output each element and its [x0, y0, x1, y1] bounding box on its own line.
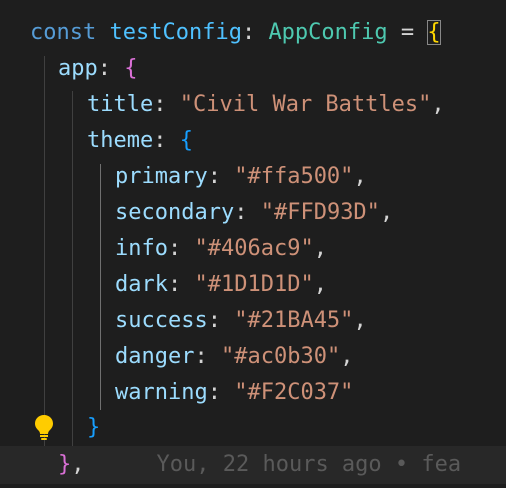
code-editor[interactable]: const testConfig: AppConfig = { app: { t… — [0, 0, 506, 488]
code-line: info: "#406ac9", — [0, 231, 506, 267]
close-brace: } — [87, 415, 101, 440]
colon: : — [153, 92, 167, 117]
string-value: "Civil War Battles" — [179, 92, 432, 117]
property-key: theme — [87, 128, 154, 153]
comma: , — [313, 236, 327, 261]
code-line: app: { — [0, 51, 506, 87]
open-brace: { — [179, 128, 193, 153]
comma: , — [313, 272, 327, 297]
code-line: const testConfig: AppConfig = { — [0, 15, 506, 51]
code-line: success: "#21BA45", — [0, 303, 506, 339]
type-name: AppConfig — [268, 20, 388, 45]
property-key: title — [87, 92, 154, 117]
colon: : — [207, 380, 221, 405]
code-line: } — [0, 410, 506, 446]
code-line: primary: "#ffa500", — [0, 159, 506, 195]
comma: , — [431, 92, 445, 117]
colon: : — [207, 308, 221, 333]
open-brace: { — [124, 56, 138, 81]
git-blame-annotation[interactable]: You, 22 hours ago • fea — [85, 452, 462, 477]
comma: , — [353, 308, 367, 333]
code-line: secondary: "#FFD93D", — [0, 195, 506, 231]
code-line: theme: { — [0, 123, 506, 159]
colon: : — [234, 200, 248, 225]
code-line: title: "Civil War Battles", — [0, 87, 506, 123]
colon: : — [207, 164, 221, 189]
lightbulb-icon[interactable] — [33, 413, 55, 441]
property-key: danger — [115, 344, 195, 369]
comma: , — [353, 164, 367, 189]
comma: , — [71, 452, 85, 477]
colon: : — [167, 272, 182, 297]
property-key: success — [115, 308, 208, 333]
property-key: app — [58, 56, 98, 81]
property-key: primary — [115, 164, 208, 189]
open-brace-matched: { — [427, 20, 441, 45]
property-key: warning — [115, 380, 208, 405]
code-line: danger: "#ac0b30", — [0, 339, 506, 375]
comma: , — [379, 200, 394, 225]
colon: : — [167, 236, 182, 261]
colon: : — [241, 20, 256, 45]
string-value: "#FFD93D" — [260, 200, 380, 225]
colon: : — [97, 56, 111, 81]
close-brace: } — [58, 452, 72, 477]
code-line: warning: "#F2C037" — [0, 375, 506, 411]
code-line: }, You, 22 hours ago • fea — [0, 447, 506, 483]
string-value: "#21BA45" — [234, 308, 354, 333]
colon: : — [153, 128, 167, 153]
string-value: "#ffa500" — [234, 164, 354, 189]
keyword-const: const — [30, 20, 97, 45]
variable-name: testConfig — [109, 20, 242, 45]
equals-sign: = — [400, 20, 415, 45]
code-line: dark: "#1D1D1D", — [0, 267, 506, 303]
comma: , — [340, 344, 354, 369]
string-value: "#1D1D1D" — [194, 272, 314, 297]
string-value: "#F2C037" — [234, 380, 354, 405]
string-value: "#ac0b30" — [220, 344, 341, 369]
property-key: dark — [115, 272, 168, 297]
property-key: info — [115, 236, 168, 261]
colon: : — [194, 344, 208, 369]
string-value: "#406ac9" — [194, 236, 314, 261]
property-key: secondary — [115, 200, 235, 225]
